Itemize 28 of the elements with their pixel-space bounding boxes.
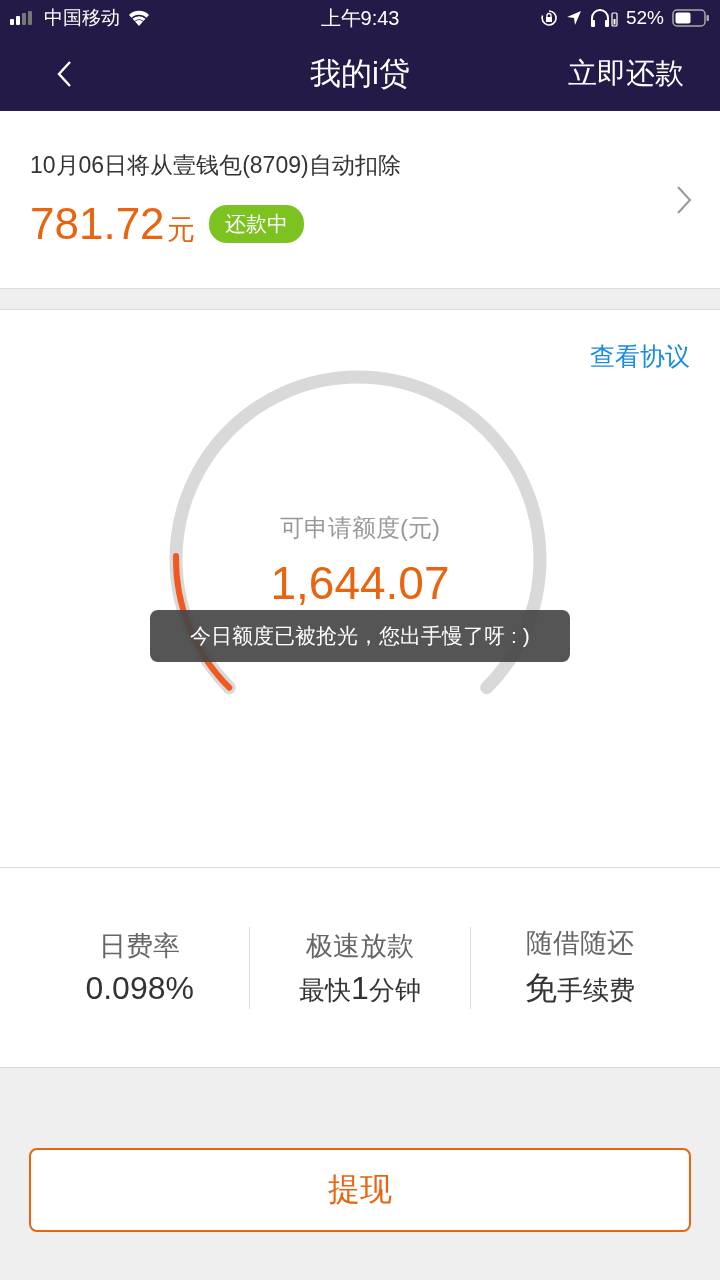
chevron-right-icon	[676, 184, 692, 215]
repay-now-button[interactable]: 立即还款	[568, 53, 684, 94]
credit-label: 可申请额度(元)	[280, 513, 440, 543]
rotation-lock-icon	[539, 9, 558, 27]
location-arrow-icon	[565, 10, 582, 26]
repayment-card[interactable]: 10月06日将从壹钱包(8709)自动扣除 781.72元 还款中	[0, 111, 720, 289]
credit-amount: 1,644.07	[270, 560, 450, 606]
view-agreement-link[interactable]: 查看协议	[590, 340, 690, 380]
feature-value: 最快1分钟	[299, 969, 421, 1008]
page-title: 我的i贷	[310, 54, 410, 93]
back-chevron-icon	[56, 59, 72, 88]
feature-title: 随借随还	[526, 926, 635, 960]
repayment-notice: 10月06日将从壹钱包(8709)自动扣除	[30, 151, 401, 180]
feature-title: 日费率	[99, 930, 181, 963]
currency-unit: 元	[166, 213, 195, 247]
wifi-icon	[128, 10, 150, 26]
toast-message: 今日额度已被抢光，您出手慢了呀 : )	[150, 610, 570, 662]
status-badge: 还款中	[208, 205, 304, 243]
back-button[interactable]	[56, 59, 72, 88]
feature-value: 0.098%	[85, 970, 194, 1007]
status-time: 上午9:43	[320, 5, 400, 31]
battery-icon	[672, 9, 710, 27]
feature-title: 极速放款	[306, 929, 414, 963]
feature-value: 免手续费	[525, 968, 636, 1008]
carrier-name: 中国移动	[44, 6, 120, 30]
repayment-amount: 781.72	[30, 199, 165, 249]
battery-percent: 52%	[625, 7, 664, 29]
headphones-icon	[589, 9, 618, 27]
